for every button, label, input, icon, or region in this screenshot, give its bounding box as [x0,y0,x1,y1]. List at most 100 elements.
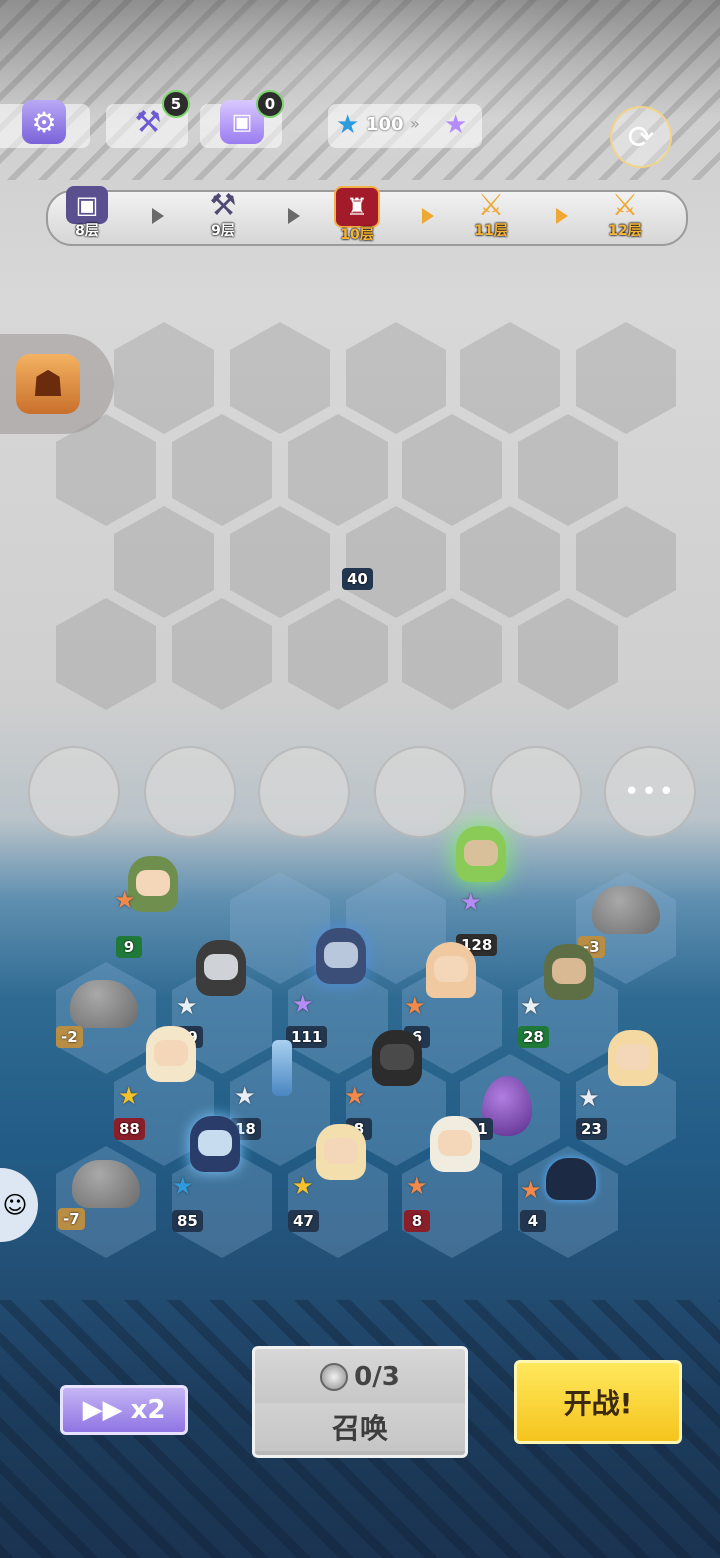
chevron-right-icon: » [410,114,420,133]
unit-face [198,1130,232,1156]
unit-maid-broom[interactable]: ★ [292,1124,376,1200]
star-icon: ★ [460,888,482,916]
unit-face [464,840,498,866]
floor-label: 9层 [211,223,235,239]
unit-blue-witch[interactable]: ★ [172,1116,250,1200]
bench-slot[interactable] [374,746,466,838]
enemy-hex-cell[interactable] [518,598,618,710]
unit-sword[interactable]: ★ [234,1040,316,1110]
star-icon: ★ [520,992,542,1020]
floor-label: 10层 [340,227,374,243]
floor-label: 12层 [608,223,642,239]
unit-level: 85 [172,1210,203,1232]
demon-mask-icon[interactable]: ☗ [16,354,80,414]
enemy-hex-cell[interactable] [230,506,330,618]
summon-cost: 0/3 [255,1357,465,1397]
unit-level: 88 [114,1118,145,1140]
summon-button[interactable]: 0/3 召唤 [252,1346,468,1458]
unit-level: 23 [576,1118,607,1140]
fast-forward-icon: ▶▶ [82,1395,123,1425]
unit-hooded-archer[interactable]: ★ [520,944,604,1020]
enemy-hex-cell[interactable] [288,414,388,526]
unit-axe-mushroom[interactable]: ★ [114,856,188,926]
star-icon: ★ [404,992,426,1020]
enemy-hex-cell[interactable] [402,414,502,526]
star-icon: ★ [114,886,136,914]
star-icon: ★ [172,1172,194,1200]
unit-hooded-reaper[interactable]: ★ [344,1030,432,1110]
star-icon: ★ [176,992,198,1020]
unit-mushroom-priest[interactable]: ★ [406,1116,490,1200]
enemy-hex-cell[interactable] [346,322,446,434]
stars-value: 100 [366,114,404,135]
unit-mushroom-girl[interactable]: ★ [404,942,486,1020]
unit-reaper-nun[interactable]: ★ [176,940,256,1020]
star-icon: ★ [292,990,314,1018]
helmet-icon: ♜ [334,186,380,228]
bench-slot[interactable] [258,746,350,838]
chest-count: 0 [256,90,284,118]
crossed-swords-icon: ⚔ [477,187,505,223]
unit-level: -2 [56,1026,83,1048]
star-icon: ★ [578,1084,600,1112]
unit-face [380,1044,414,1070]
enemy-hex-cell[interactable] [460,506,560,618]
unit-level: 8 [404,1210,430,1232]
bench-slot[interactable] [28,746,120,838]
enemy-hex-cell[interactable] [172,598,272,710]
enemy-hex-cell[interactable] [518,414,618,526]
unit-dark-nun[interactable]: ★ [292,928,376,1018]
bench-slot[interactable] [144,746,236,838]
unit-level: -7 [58,1208,85,1230]
unit-level: 47 [288,1210,319,1232]
side-avatar[interactable]: ☺ [0,1168,38,1242]
unit-level: 4 [520,1210,546,1232]
unit-level: 9 [116,936,142,958]
start-battle-button[interactable]: 开战! [514,1360,682,1444]
speed-label: x2 [130,1395,166,1425]
enemy-hex-cell[interactable] [172,414,272,526]
refresh-icon[interactable]: ⟳ [610,106,672,168]
more-options-button[interactable]: ••• [604,746,696,838]
speed-button[interactable]: ▶▶ x2 [60,1385,188,1435]
floor-9: ⚒ 9层 [188,186,258,240]
unit-blonde-maid[interactable]: ★ [578,1030,668,1112]
unit-blonde-priest[interactable]: ★ [118,1026,206,1110]
floor-10: ♜ 10层 [322,186,392,244]
unit-level: 28 [518,1026,549,1048]
blue-star-icon: ★ [336,110,360,140]
arrow-right-icon [288,208,300,224]
star-icon: ★ [344,1082,366,1110]
arrow-right-icon [422,208,434,224]
enemy-hex-cell[interactable] [576,506,676,618]
unit-face [552,958,586,984]
enemy-hex-cell[interactable] [56,598,156,710]
bench-slot[interactable] [490,746,582,838]
enemy-hex-cell[interactable] [402,598,502,710]
floor-progress-bar: ▣ 8层 ⚒ 9层 ♜ 10层 ⚔ 11层 ⚔ 12层 [46,186,688,246]
background-graveyard [0,0,720,180]
unit-face [324,942,358,968]
unit-face [154,1040,188,1066]
summon-label: 召唤 [255,1403,465,1451]
unit-blue-slime[interactable]: ★ [520,1150,606,1220]
enemy-hex-cell[interactable] [288,598,388,710]
unit-green-archer[interactable]: ★ [446,826,516,916]
boss-tab[interactable]: ☗ [0,334,114,434]
gear-icon[interactable]: ⚙ [22,100,66,144]
unit-face [616,1044,650,1070]
enemy-hex-cell[interactable] [114,506,214,618]
enemy-hex-cell[interactable] [346,506,446,618]
star-icon: ★ [292,1172,314,1200]
floor-label: 11层 [474,223,508,239]
arrow-right-icon [556,208,568,224]
anvil-count: 5 [162,90,190,118]
unit-face [434,956,468,982]
enemy-hex-cell[interactable] [460,322,560,434]
star-icon: ★ [118,1082,140,1110]
arrow-right-icon [152,208,164,224]
unit-face [136,870,170,896]
enemy-hex-cell[interactable] [230,322,330,434]
enemy-hex-cell[interactable] [114,322,214,434]
enemy-hex-cell[interactable] [576,322,676,434]
